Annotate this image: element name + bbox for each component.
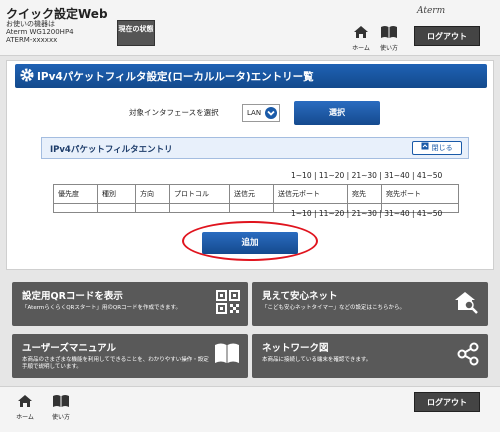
- pager-link[interactable]: 21~30: [352, 209, 377, 218]
- close-section-button[interactable]: 閉じる: [412, 141, 462, 155]
- tile-title: 設定用QRコードを表示: [22, 291, 123, 302]
- column-header: 優先度: [53, 184, 98, 204]
- add-button[interactable]: 追加: [202, 232, 298, 254]
- tile-title: ネットワーク図: [262, 343, 329, 354]
- tile-description: 「こども安心ネットタイマー」などの設定はこちらから。: [262, 305, 406, 311]
- tile-description: 本商品のさまざまな機能を利用してできることを、わかりやすい操作・設定手順で説明し…: [22, 357, 209, 370]
- close-section-label: 閉じる: [431, 144, 453, 152]
- open-book-icon: [53, 395, 69, 407]
- header: クイック設定Web お使いの機器は Aterm WG1200HP4 ATERM-…: [0, 0, 500, 56]
- help-label: 使い方: [51, 414, 70, 421]
- home-button[interactable]: ホーム: [348, 24, 374, 52]
- page-title: IPv4パケットフィルタ設定(ローカルルータ)エントリー覧: [37, 71, 314, 83]
- pager-link[interactable]: 41~50: [417, 209, 442, 218]
- column-header: 宛先: [347, 184, 382, 204]
- brand-logo: Aterm: [417, 6, 446, 16]
- device-info-line: お使いの機器は: [6, 20, 55, 28]
- pager-link[interactable]: 11~20: [319, 209, 344, 218]
- column-header: 送信元: [229, 184, 274, 204]
- device-info: お使いの機器は Aterm WG1200HP4 ATERM-xxxxxx: [6, 20, 74, 44]
- pager-bottom: 1~10 | 11~20 | 21~30 | 31~40 | 41~50: [291, 209, 443, 218]
- footer-home-button[interactable]: ホーム: [12, 393, 38, 421]
- chevron-up-icon: [421, 142, 431, 152]
- tile-title: ユーザーズマニュアル: [22, 343, 117, 354]
- entries-section-title: IPv4パケットフィルタエントリ: [50, 145, 173, 155]
- pager-link[interactable]: 21~30: [352, 171, 377, 180]
- footer-logout-button[interactable]: ログアウト: [414, 392, 480, 412]
- help-button[interactable]: 使い方: [376, 24, 402, 52]
- status-button[interactable]: 現在の状態: [117, 20, 155, 46]
- tile-mieru-anshin[interactable]: 見えて安心ネット 「こども安心ネットタイマー」などの設定はこちらから。: [252, 282, 488, 326]
- tile-description: 本商品に接続している端末を確認できます。: [262, 357, 372, 363]
- interface-select-value: LAN: [247, 109, 262, 117]
- pager-link[interactable]: 11~20: [319, 171, 344, 180]
- tile-title: 見えて安心ネット: [262, 291, 338, 302]
- home-icon: [354, 26, 368, 38]
- pager-link[interactable]: 31~40: [384, 171, 409, 180]
- tile-qr-code[interactable]: 設定用QRコードを表示 「AtermらくらくQRスタート」用のQRコードを作成で…: [12, 282, 248, 326]
- device-name: ATERM-xxxxxx: [6, 36, 58, 44]
- table-header-row: 優先度 種別 方向 プロトコル 送信元 送信元ポート 宛先 宛先ポート: [53, 184, 459, 204]
- help-label: 使い方: [379, 45, 398, 52]
- pager-top: 1~10 | 11~20 | 21~30 | 31~40 | 41~50: [291, 171, 443, 180]
- column-header: 種別: [97, 184, 136, 204]
- network-share-icon: [457, 342, 479, 366]
- select-button[interactable]: 選択: [294, 101, 380, 125]
- home-search-icon: [455, 292, 478, 314]
- column-header: プロトコル: [169, 184, 230, 204]
- tile-description: 「AtermらくらくQRスタート」用のQRコードを作成できます。: [22, 305, 181, 311]
- gear-icon: [20, 68, 34, 82]
- home-label: ホーム: [352, 45, 370, 52]
- page-title-bar: IPv4パケットフィルタ設定(ローカルルータ)エントリー覧: [15, 64, 487, 88]
- interface-select[interactable]: LAN: [242, 104, 280, 122]
- entries-section-header: IPv4パケットフィルタエントリ 閉じる: [41, 137, 469, 159]
- pager-link[interactable]: 41~50: [417, 171, 442, 180]
- book-icon: [215, 343, 239, 363]
- chevron-down-icon: [265, 107, 277, 119]
- qr-code-icon: [216, 290, 240, 314]
- open-book-icon: [381, 26, 397, 38]
- home-icon: [18, 395, 32, 407]
- pager-link[interactable]: 1~10: [291, 209, 312, 218]
- tile-network-map[interactable]: ネットワーク図 本商品に接続している端末を確認できます。: [252, 334, 488, 378]
- footer: ホーム 使い方 ログアウト: [0, 386, 500, 432]
- device-model: Aterm WG1200HP4: [6, 28, 74, 36]
- logout-button[interactable]: ログアウト: [414, 26, 480, 46]
- column-header: 宛先ポート: [381, 184, 459, 204]
- home-label: ホーム: [16, 414, 34, 421]
- footer-help-button[interactable]: 使い方: [48, 393, 74, 421]
- interface-label: 対象インタフェースを選択: [129, 108, 219, 117]
- pager-link[interactable]: 1~10: [291, 171, 312, 180]
- column-header: 方向: [135, 184, 170, 204]
- pager-link[interactable]: 31~40: [384, 209, 409, 218]
- tile-users-manual[interactable]: ユーザーズマニュアル 本商品のさまざまな機能を利用してできることを、わかりやすい…: [12, 334, 248, 378]
- column-header: 送信元ポート: [273, 184, 348, 204]
